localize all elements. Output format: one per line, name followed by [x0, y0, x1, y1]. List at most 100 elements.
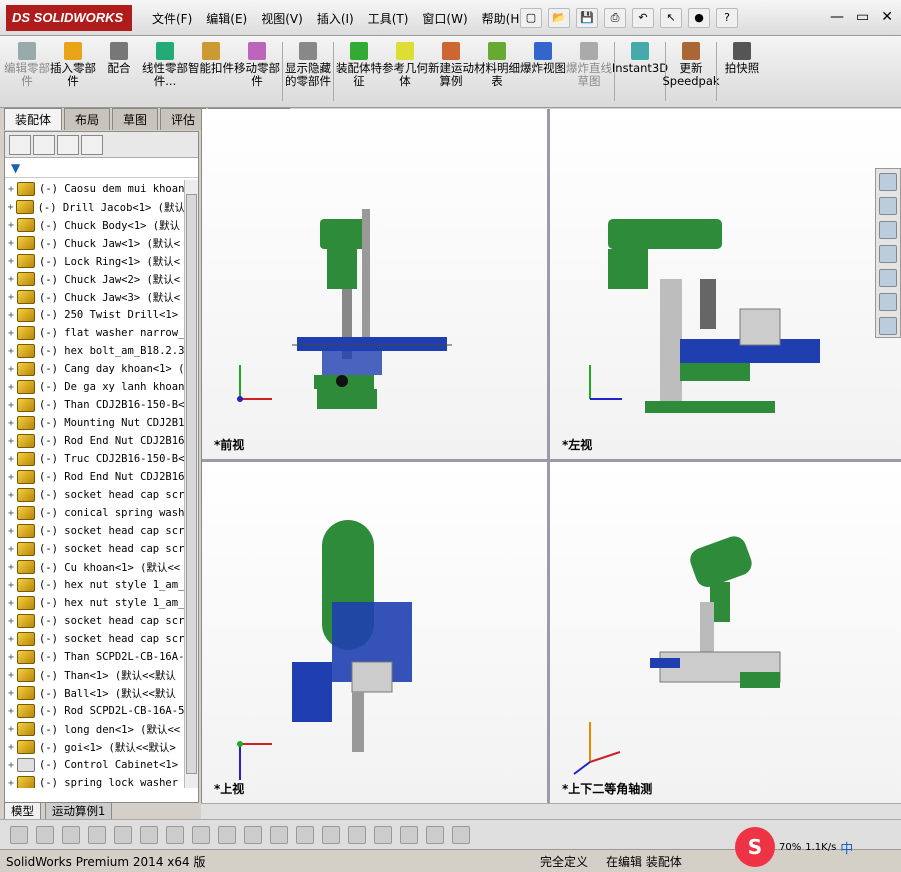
table-icon[interactable]: [452, 825, 470, 844]
expand-icon[interactable]: +: [5, 202, 16, 213]
custom-properties-icon[interactable]: [879, 317, 897, 335]
tree-item[interactable]: + (-) spring lock washer_: [5, 774, 185, 788]
tree-item[interactable]: + (-) socket head cap scr: [5, 612, 185, 630]
arc-icon[interactable]: [192, 825, 210, 844]
tree-item[interactable]: + (-) Chuck Body<1> (默认: [5, 216, 185, 234]
tab[interactable]: 评估: [160, 108, 207, 130]
menu-item[interactable]: 插入(I): [317, 10, 354, 27]
shaded-cube-icon[interactable]: [400, 825, 418, 844]
minimize-icon[interactable]: —: [830, 9, 844, 25]
tree-item[interactable]: + (-) Ball<1> (默认<<默认: [5, 684, 185, 702]
expand-icon[interactable]: +: [5, 364, 17, 375]
tree-item[interactable]: + (-) hex nut style 1_am_: [5, 576, 185, 594]
expand-icon[interactable]: +: [5, 436, 17, 447]
dimension-icon[interactable]: [296, 825, 314, 844]
tab[interactable]: 装配体: [4, 108, 63, 130]
line-icon[interactable]: [88, 825, 106, 844]
tree-item[interactable]: + (-) Lock Ring<1> (默认<: [5, 252, 185, 270]
expand-icon[interactable]: +: [5, 562, 17, 573]
expand-icon[interactable]: +: [5, 292, 17, 303]
expand-icon[interactable]: +: [5, 508, 17, 519]
home-icon[interactable]: [879, 197, 897, 215]
toolbar-button[interactable]: 移动零部件: [234, 36, 280, 107]
viewport-splitter-vertical[interactable]: [547, 109, 550, 803]
viewport-front[interactable]: *前视: [202, 109, 547, 459]
expand-icon[interactable]: +: [5, 634, 17, 645]
tree-item[interactable]: + (-) conical spring wash: [5, 504, 185, 522]
undo-icon[interactable]: ↶: [632, 8, 654, 28]
appearances-icon[interactable]: [879, 293, 897, 311]
design-library-icon[interactable]: [879, 221, 897, 239]
feature-tree-icon[interactable]: [9, 134, 31, 155]
trim-icon[interactable]: [140, 825, 158, 844]
toolbar-button[interactable]: 编辑零部件: [4, 36, 50, 107]
convert-icon[interactable]: [218, 825, 236, 844]
bottom-tab[interactable]: 运动算例1: [45, 802, 113, 820]
expand-icon[interactable]: +: [5, 724, 17, 735]
tree-item[interactable]: + (-) socket head cap scr: [5, 540, 185, 558]
toolbar-button[interactable]: 配合: [96, 36, 142, 107]
tree-item[interactable]: + (-) Chuck Jaw<1> (默认<: [5, 234, 185, 252]
horizontal-scrollbar[interactable]: [201, 803, 901, 819]
tree-item[interactable]: + (-) socket head cap scr: [5, 522, 185, 540]
graphics-area[interactable]: ⧉ ▭ ✕ *前视: [201, 109, 901, 803]
tree-item[interactable]: + (-) long den<1> (默认<<: [5, 720, 185, 738]
point-icon[interactable]: [36, 825, 54, 844]
menu-item[interactable]: 帮助(H): [482, 10, 524, 27]
expand-icon[interactable]: +: [5, 490, 17, 501]
tree-item[interactable]: + (-) hex bolt_am_B18.2.3: [5, 342, 185, 360]
tree-item[interactable]: + (-) Rod End Nut CDJ2B16: [5, 432, 185, 450]
expand-icon[interactable]: +: [5, 382, 17, 393]
expand-icon[interactable]: +: [5, 346, 17, 357]
tree-item[interactable]: + (-) Chuck Jaw<3> (默认<: [5, 288, 185, 306]
expand-icon[interactable]: +: [5, 616, 17, 627]
rebuild-icon[interactable]: ●: [688, 8, 710, 28]
menu-item[interactable]: 文件(F): [152, 10, 192, 27]
tree-item[interactable]: + (-) Truc CDJ2B16-150-B<: [5, 450, 185, 468]
appearance-icon[interactable]: [81, 134, 103, 155]
expand-icon[interactable]: +: [5, 544, 17, 555]
menu-item[interactable]: 工具(T): [368, 10, 409, 27]
bottom-tab[interactable]: 模型: [4, 802, 41, 820]
tree-item[interactable]: + (-) Than<1> (默认<<默认: [5, 666, 185, 684]
viewport-top[interactable]: *上视: [202, 462, 547, 803]
tree-item[interactable]: + (-) 250 Twist Drill<1>: [5, 306, 185, 324]
tree-item[interactable]: + (-) Than SCPD2L-CB-16A-: [5, 648, 185, 666]
tree-item[interactable]: + (-) goi<1> (默认<<默认>: [5, 738, 185, 756]
tree-item[interactable]: + (-) Control Cabinet<1>: [5, 756, 185, 774]
close-icon[interactable]: ✕: [881, 9, 893, 25]
select-pointer-icon[interactable]: ↖: [660, 8, 682, 28]
camera-icon[interactable]: [426, 825, 444, 844]
expand-icon[interactable]: +: [5, 454, 17, 465]
expand-icon[interactable]: +: [5, 778, 17, 789]
circle-icon[interactable]: [62, 825, 80, 844]
expand-icon[interactable]: +: [5, 400, 17, 411]
configuration-manager-icon[interactable]: [57, 134, 79, 155]
tree-item[interactable]: + (-) De ga xy lanh khoan: [5, 378, 185, 396]
cube-icon[interactable]: [374, 825, 392, 844]
expand-icon[interactable]: +: [5, 472, 17, 483]
menu-item[interactable]: 编辑(E): [206, 10, 247, 27]
menu-item[interactable]: 窗口(W): [422, 10, 467, 27]
filter-icon[interactable]: ▼: [11, 161, 20, 175]
toolbar-button[interactable]: 爆炸视图: [520, 36, 566, 107]
new-file-icon[interactable]: ▢: [520, 8, 542, 28]
tab[interactable]: 布局: [64, 108, 111, 130]
tab[interactable]: 草图: [112, 108, 159, 130]
open-file-icon[interactable]: 📂: [548, 8, 570, 28]
file-explorer-icon[interactable]: [879, 245, 897, 263]
toolbar-button[interactable]: Instant3D: [612, 36, 668, 107]
expand-icon[interactable]: +: [5, 580, 17, 591]
toolbar-button[interactable]: 新建运动算例: [428, 36, 474, 107]
expand-icon[interactable]: +: [5, 238, 17, 249]
toolbar-button[interactable]: 更新Speedpak: [662, 36, 720, 107]
toolbar-button[interactable]: 线性零部件...: [142, 36, 188, 107]
toolbar-button[interactable]: 显示隐藏的零部件: [285, 36, 331, 107]
tree-item[interactable]: + (-) Mounting Nut CDJ2B1: [5, 414, 185, 432]
expand-icon[interactable]: +: [5, 418, 17, 429]
restore-icon[interactable]: ▭: [856, 9, 869, 25]
save-icon[interactable]: 💾: [576, 8, 598, 28]
menu-item[interactable]: 视图(V): [261, 10, 303, 27]
grid-icon[interactable]: [322, 825, 340, 844]
view-palette-icon[interactable]: [879, 269, 897, 287]
